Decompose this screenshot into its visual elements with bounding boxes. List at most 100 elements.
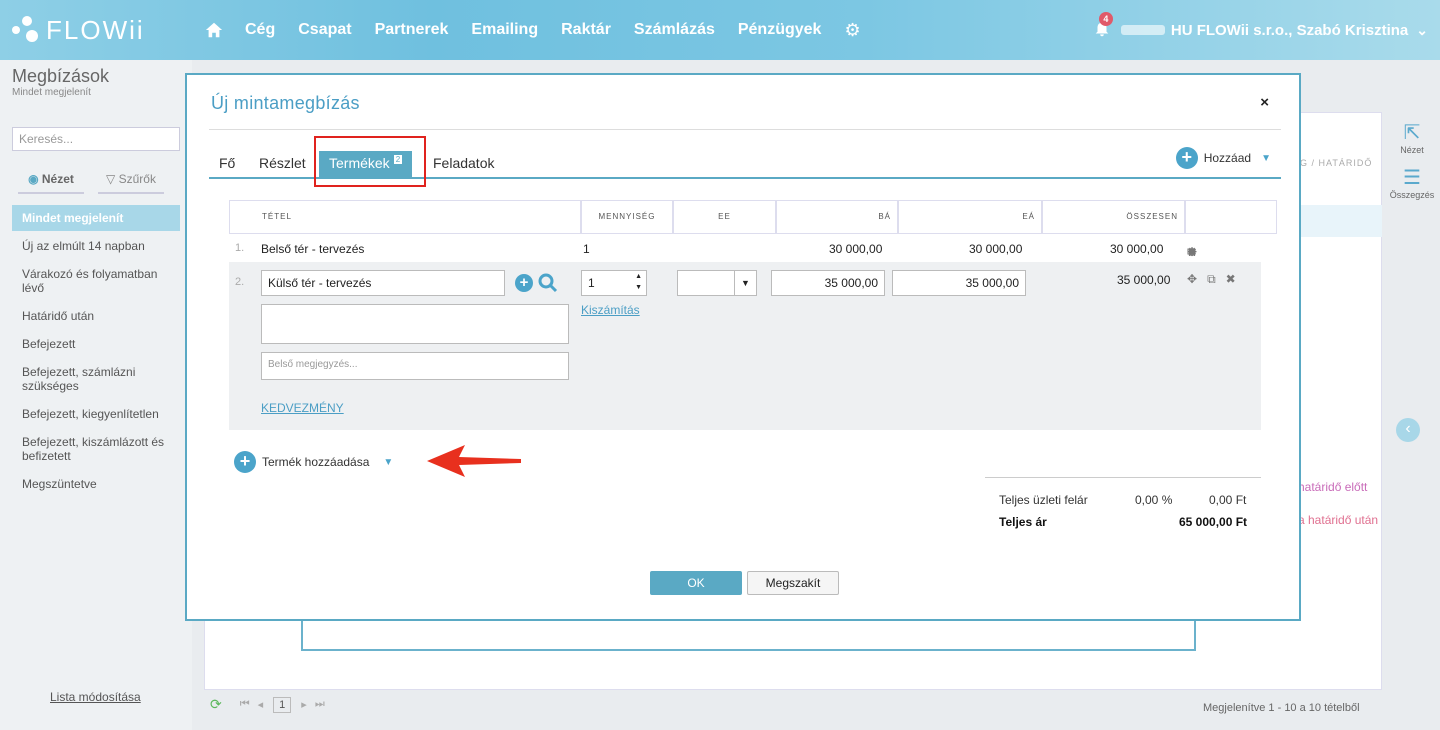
tab-feladatok[interactable]: Feladatok	[433, 155, 494, 171]
home-icon[interactable]	[205, 21, 223, 39]
first-page-icon[interactable]: ⏮	[240, 698, 250, 711]
row-ba: 30 000,00	[829, 242, 883, 256]
modal-divider	[209, 129, 1281, 130]
column-header-ba: BÁ	[776, 200, 898, 234]
delete-icon[interactable]: ✖	[1226, 272, 1236, 286]
refresh-icon[interactable]: ⟳	[210, 696, 222, 713]
add-product-button[interactable]: + Termék hozzáadása ▼	[234, 451, 393, 473]
right-toolbar: ⇱ Nézet ☰ Összegzés	[1384, 120, 1440, 210]
brand-name: FLOWii	[46, 14, 145, 45]
sidebar-tab-view[interactable]: ◉ Nézet	[18, 172, 84, 194]
stepper-arrows-icon[interactable]: ▲ ▼	[635, 271, 642, 293]
tab-reszlet[interactable]: Részlet	[259, 155, 306, 171]
sidebar-item-cancelled[interactable]: Megszüntetve	[12, 471, 180, 497]
sidebar-tab-filters[interactable]: ▽ Szűrők	[98, 172, 164, 194]
filter-icon: ▽	[106, 172, 119, 186]
caret-down-icon: ▼	[383, 456, 394, 468]
nav-item-szamlazas[interactable]: Számlázás	[634, 21, 715, 39]
caret-down-icon: ▼	[1261, 152, 1271, 164]
sidebar-item-finished-to-invoice[interactable]: Befejezett, számlázni szükséges	[12, 359, 180, 399]
prev-page-icon[interactable]: ◂	[258, 698, 264, 711]
annotation-arrow-icon	[427, 445, 521, 477]
total-amount: 65 000,00 Ft	[1179, 515, 1248, 529]
chevron-left-icon[interactable]: ‹	[1396, 418, 1420, 442]
row-number: 1.	[235, 242, 245, 254]
last-page-icon[interactable]: ⏭	[315, 698, 325, 711]
row-number: 2.	[235, 276, 245, 288]
sidebar-search-input[interactable]: Keresés...	[12, 127, 180, 151]
sidebar-item-finished-paid[interactable]: Befejezett, kiszámlázott és befizetett	[12, 429, 180, 469]
background-row-highlight	[1298, 205, 1382, 237]
right-summary-label: Összegzés	[1389, 190, 1435, 200]
row-total: 35 000,00	[1117, 273, 1171, 287]
chevron-down-icon: ⌄	[1416, 21, 1428, 38]
top-navigation-bar: FLOWii Cég Csapat Partnerek Emailing Rak…	[0, 0, 1440, 60]
add-item-plus-icon[interactable]: +	[515, 274, 533, 292]
close-icon[interactable]: ×	[1260, 94, 1269, 111]
sidebar-item-new-14-days[interactable]: Új az elmúlt 14 napban	[12, 233, 180, 259]
column-header-qty: MENNYISÉG	[581, 200, 673, 234]
flowii-logo[interactable]: FLOWii	[12, 12, 145, 48]
nav-item-csapat[interactable]: Csapat	[298, 21, 351, 39]
table-row-editing: 2. Külső tér - tervezés + 1 ▲ ▼ ▼ 35 000,0…	[229, 262, 1261, 430]
markup-amount: 0,00 Ft	[1209, 493, 1247, 507]
table-row[interactable]: 1. Belső tér - tervezés 1 30 000,00 30 0…	[229, 238, 1261, 260]
ea-input[interactable]: 35 000,00	[892, 270, 1026, 296]
nav-item-partnerek[interactable]: Partnerek	[375, 21, 449, 39]
nav-item-penzugyek[interactable]: Pénzügyek	[738, 21, 822, 39]
unit-select[interactable]: ▼	[677, 270, 757, 296]
column-header-unit: EE	[673, 200, 776, 234]
external-view-icon[interactable]: ⇱	[1384, 120, 1440, 145]
sidebar-tabs: ◉ Nézet ▽ Szűrők	[18, 172, 178, 194]
copy-icon[interactable]: ⧉	[1207, 272, 1216, 286]
sidebar-subtitle: Mindet megjelenít	[12, 87, 91, 98]
markup-percent: 0,00 %	[1135, 493, 1173, 507]
internal-note-input[interactable]: Belső megjegyzés...	[261, 352, 569, 380]
description-textarea[interactable]	[261, 304, 569, 344]
eye-icon: ◉	[28, 172, 42, 186]
delete-icon[interactable]: ✖	[1187, 245, 1197, 259]
right-view-label: Nézet	[1400, 145, 1424, 155]
nav-item-ceg[interactable]: Cég	[245, 21, 275, 39]
sidebar-item-all[interactable]: Mindet megjelenít	[12, 205, 180, 231]
nav-item-emailing[interactable]: Emailing	[471, 21, 538, 39]
add-button[interactable]: + Hozzáad ▼	[1175, 147, 1271, 169]
background-column-header: G / HATÁRIDŐ	[1300, 158, 1373, 168]
move-icon[interactable]: ✥	[1187, 272, 1197, 286]
markup-label: Teljes üzleti felár	[999, 493, 1088, 507]
next-page-icon[interactable]: ▸	[301, 698, 307, 711]
flowii-logo-icon	[12, 16, 40, 44]
item-name-input[interactable]: Külső tér - tervezés	[261, 270, 505, 296]
blurred-avatar	[1120, 25, 1165, 35]
row-item-name: Belső tér - tervezés	[261, 242, 365, 256]
ok-button[interactable]: OK	[650, 571, 742, 595]
sidebar-item-overdue[interactable]: Határidő után	[12, 303, 180, 329]
column-header-ea: EÁ	[898, 200, 1042, 234]
sidebar-item-finished-unpaid[interactable]: Befejezett, kiegyenlítetlen	[12, 401, 180, 427]
nav-item-raktar[interactable]: Raktár	[561, 21, 611, 39]
main-nav: Cég Csapat Partnerek Emailing Raktár Szá…	[205, 0, 861, 60]
sidebar-item-finished[interactable]: Befejezett	[12, 331, 180, 357]
summary-list-icon[interactable]: ☰	[1384, 165, 1440, 190]
background-status-after-deadline: a határidő után	[1298, 513, 1379, 527]
search-icon[interactable]	[537, 272, 559, 294]
plus-circle-icon: +	[234, 451, 256, 473]
notification-bell-icon[interactable]: 4	[1093, 12, 1113, 40]
notification-count-badge: 4	[1098, 12, 1113, 26]
annotation-highlight-box	[314, 136, 426, 187]
discount-link[interactable]: KEDVEZMÉNY	[261, 401, 344, 415]
cancel-button[interactable]: Megszakít	[747, 571, 839, 595]
page-number[interactable]: 1	[273, 696, 292, 713]
sidebar-item-waiting[interactable]: Várakozó és folyamatban lévő	[12, 261, 180, 301]
modal-title: Új mintamegbízás	[211, 93, 360, 113]
settings-gear-icon[interactable]: ⚙	[844, 20, 860, 41]
edit-list-link[interactable]: Lista módosítása	[50, 690, 141, 704]
pagination-info: Megjelenítve 1 - 10 a 10 tételből	[1203, 702, 1360, 714]
quantity-stepper[interactable]: 1 ▲ ▼	[581, 270, 647, 296]
column-header-item: TÉTEL	[229, 200, 581, 234]
user-menu[interactable]: 4 HU FLOWii s.r.o., Szabó Krisztina ⌄	[1093, 0, 1428, 60]
tab-fo[interactable]: Fő	[219, 155, 235, 171]
ba-input[interactable]: 35 000,00	[771, 270, 885, 296]
calculate-link[interactable]: Kiszámítás	[581, 303, 640, 317]
row-ea: 30 000,00	[969, 242, 1023, 256]
